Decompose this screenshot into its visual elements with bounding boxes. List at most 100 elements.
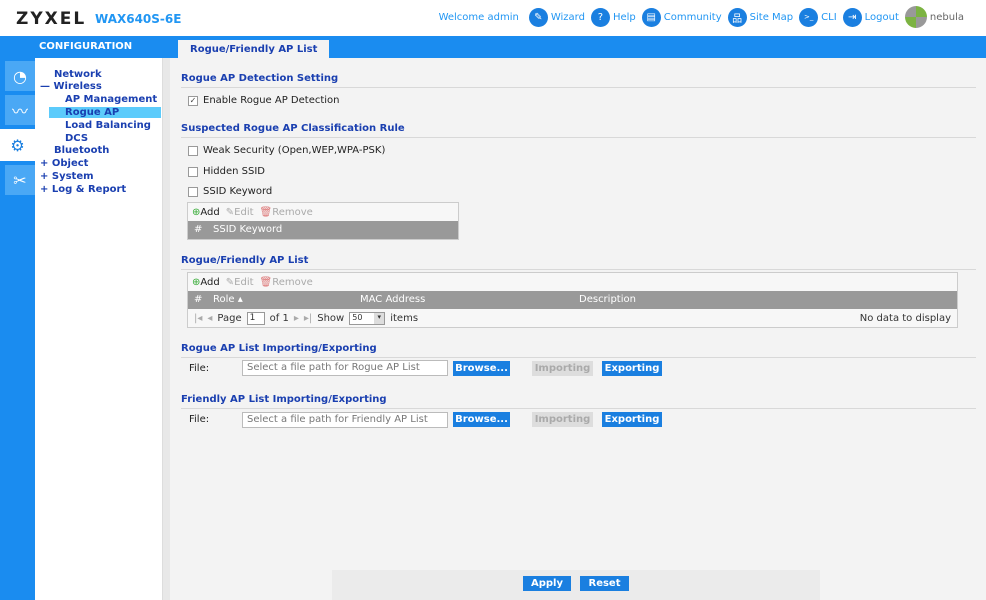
dashboard-icon[interactable]: ◔ [5,61,35,91]
sitemap-link[interactable]: 品 Site Map [727,7,794,27]
friendly-browse-button[interactable]: Browse... [453,412,510,427]
page-input[interactable]: 1 [246,311,265,325]
hidden-ssid-label: Hidden SSID [203,166,266,177]
zyxel-logo: ZYXEL [16,9,87,29]
show-label: Show [317,312,345,324]
page-size-select[interactable]: 50 ▾ [349,311,386,325]
apply-button[interactable]: Apply [523,576,571,591]
edit-label: Edit [234,206,254,218]
top-bar [0,36,986,58]
nav-system[interactable]: + System [40,171,94,182]
next-page-icon[interactable]: ▸ [294,313,299,324]
last-page-icon[interactable]: ▸| [304,313,312,324]
nebula-label: nebula [929,11,964,23]
nebula-link[interactable]: nebula [904,6,964,28]
weak-security-checkbox[interactable]: Weak Security (Open,WEP,WPA-PSK) [188,145,385,156]
help-link[interactable]: ? Help [590,7,636,27]
friendly-file-input[interactable]: Select a file path for Friendly AP List [242,412,448,428]
remove-button[interactable]: 🗑Remove [260,277,313,288]
remove-label: Remove [272,276,313,288]
help-icon: ? [590,7,610,27]
monitor-icon[interactable]: 〰 [5,95,35,125]
col-ssid-keyword[interactable]: SSID Keyword [213,221,282,239]
logout-link[interactable]: ⇥ Logout [842,7,899,27]
ssid-keyword-grid: ⊕Add ✎Edit 🗑Remove # SSID Keyword [187,202,459,240]
trash-icon: 🗑 [259,276,273,288]
edit-icon: ✎ [225,206,235,218]
edit-button[interactable]: ✎Edit [226,277,254,288]
checkbox[interactable] [188,145,198,156]
help-label: Help [612,11,636,23]
sitemap-icon: 品 [727,7,747,27]
configuration-title: CONFIGURATION [39,41,133,52]
trash-icon: 🗑 [259,206,273,218]
chevron-down-icon: ▾ [374,312,385,324]
hidden-ssid-checkbox[interactable]: Hidden SSID [188,166,265,177]
nav-log-report[interactable]: + Log & Report [40,184,126,195]
ssid-keyword-checkbox[interactable]: SSID Keyword [188,186,272,197]
logout-icon: ⇥ [842,7,862,27]
rogue-export-button[interactable]: Exporting [602,361,662,376]
sidebar-splitter[interactable] [163,58,170,600]
wizard-label: Wizard [550,11,585,23]
add-label: Add [200,276,220,288]
prev-page-icon[interactable]: ◂ [207,313,212,324]
friendly-file-label: File: [189,414,210,425]
nav-bluetooth[interactable]: Bluetooth [54,145,109,156]
col-mac-address[interactable]: MAC Address [360,291,425,309]
col-index: # [194,294,203,305]
rogue-file-input[interactable]: Select a file path for Rogue AP List [242,360,448,376]
reset-button[interactable]: Reset [580,576,629,591]
remove-button[interactable]: 🗑Remove [260,207,313,218]
model-name: WAX640S-6E [95,12,182,26]
friendly-export-button[interactable]: Exporting [602,412,662,427]
tab-rogue-friendly-ap-list[interactable]: Rogue/Friendly AP List [178,40,330,58]
remove-label: Remove [272,206,313,218]
community-label: Community [663,11,722,23]
col-description[interactable]: Description [579,291,636,309]
checkbox[interactable] [188,166,198,177]
logout-label: Logout [864,11,899,23]
configuration-gear-icon[interactable]: ⚙ [0,129,35,161]
nav-load-balancing[interactable]: Load Balancing [65,120,151,131]
rogue-file-label: File: [189,363,210,374]
first-page-icon[interactable]: |◂ [194,313,202,324]
checkbox[interactable] [188,186,198,197]
community-link[interactable]: ▤ Community [641,7,722,27]
nav-object[interactable]: + Object [40,158,88,169]
welcome-text: Welcome admin [438,11,519,23]
nav-network[interactable]: Network [54,69,102,80]
grid-header: # SSID Keyword [188,221,458,239]
add-button[interactable]: ⊕Add [192,207,220,218]
maintenance-tools-icon[interactable]: ✂ [5,165,35,195]
wizard-link[interactable]: ✎ Wizard [528,7,585,27]
add-button[interactable]: ⊕Add [192,277,220,288]
rogue-browse-button[interactable]: Browse... [453,361,510,376]
ap-list-section-title: Rogue/Friendly AP List [181,255,976,270]
nav-wireless-label: Wireless [53,81,102,92]
col-role[interactable]: Role ▴ [213,291,243,309]
empty-message: No data to display [859,312,951,324]
checkbox-checked[interactable]: ✓ [188,95,198,106]
cli-icon: >_ [799,7,819,27]
rogue-import-button[interactable]: Importing [532,361,593,376]
wizard-icon: ✎ [528,7,548,27]
grid-toolbar: ⊕Add ✎Edit 🗑Remove [188,273,957,291]
nav-ap-management[interactable]: AP Management [65,94,157,105]
enable-rogue-detection-checkbox[interactable]: ✓ Enable Rogue AP Detection [188,95,340,106]
nav-wireless[interactable]: — Wireless [40,81,102,92]
cli-link[interactable]: >_ CLI [799,7,837,27]
enable-label: Enable Rogue AP Detection [203,95,340,106]
nav-log-report-label: Log & Report [51,184,127,195]
friendly-import-button[interactable]: Importing [532,412,593,427]
page-size-value: 50 [352,312,363,322]
sitemap-label: Site Map [749,11,794,23]
nav-dcs[interactable]: DCS [65,133,88,144]
icon-sidebar: ◔ 〰 ⚙ ✂ [0,58,35,600]
nav-rogue-ap[interactable]: Rogue AP [49,107,161,118]
pager: |◂ ◂ Page 1 of 1 ▸ ▸| Show 50 ▾ items No … [188,309,957,327]
edit-button[interactable]: ✎Edit [226,207,254,218]
rogue-io-section-title: Rogue AP List Importing/Exporting [181,343,976,358]
detection-section-title: Rogue AP Detection Setting [181,73,976,88]
community-icon: ▤ [641,7,661,27]
